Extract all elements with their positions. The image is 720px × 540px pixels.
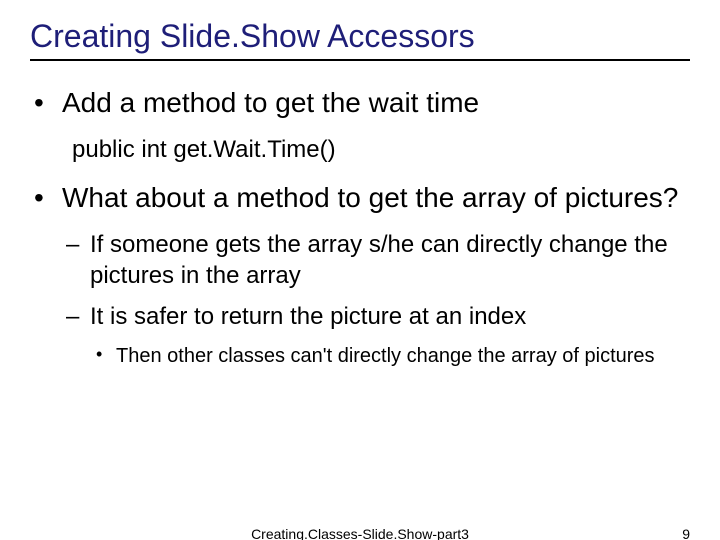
bullet-2-text: What about a method to get the array of … bbox=[62, 182, 678, 213]
slide-title: Creating Slide.Show Accessors bbox=[30, 18, 690, 61]
bullet-2-sub-2: It is safer to return the picture at an … bbox=[62, 301, 690, 368]
bullet-2-sub-1: If someone gets the array s/he can direc… bbox=[62, 229, 690, 291]
bullet-2-sub-2-sub-1-text: Then other classes can't directly change… bbox=[116, 345, 655, 367]
page-number: 9 bbox=[682, 526, 690, 540]
slide: Creating Slide.Show Accessors Add a meth… bbox=[0, 0, 720, 540]
bullet-2-sub-2-sub-1: Then other classes can't directly change… bbox=[90, 343, 690, 369]
footer-center-text: Creating.Classes-Slide.Show-part3 bbox=[251, 526, 469, 540]
bullet-2-sub-2-sublist: Then other classes can't directly change… bbox=[90, 343, 690, 369]
bullet-1-code: public int get.Wait.Time() bbox=[72, 136, 690, 164]
bullet-2-sublist: If someone gets the array s/he can direc… bbox=[62, 229, 690, 369]
bullet-2-sub-1-text: If someone gets the array s/he can direc… bbox=[90, 231, 668, 289]
bullet-1-text: Add a method to get the wait time bbox=[62, 87, 479, 118]
bullet-list: Add a method to get the wait time public… bbox=[30, 85, 690, 369]
bullet-1: Add a method to get the wait time bbox=[30, 85, 690, 120]
bullet-2-sub-2-text: It is safer to return the picture at an … bbox=[90, 303, 526, 330]
bullet-2: What about a method to get the array of … bbox=[30, 180, 690, 369]
